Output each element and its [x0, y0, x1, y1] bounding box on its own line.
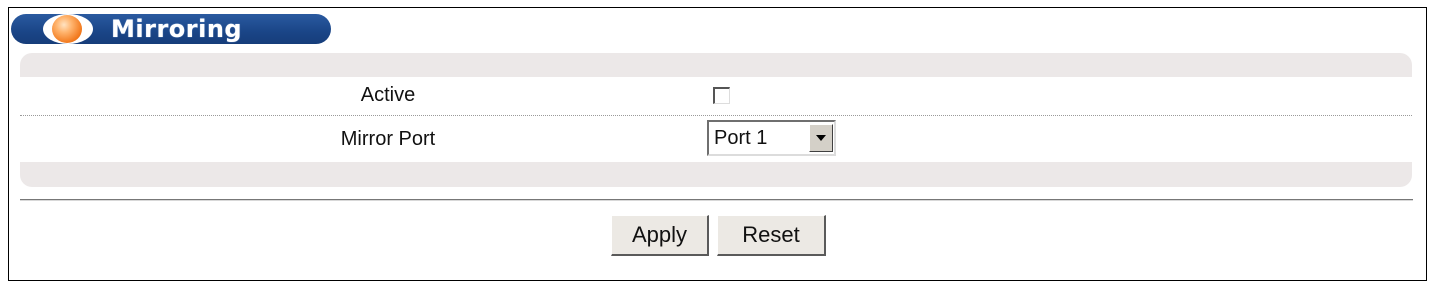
mirror-port-select[interactable]: Port 1: [707, 120, 836, 156]
mirror-port-selected-value: Port 1: [714, 127, 768, 149]
mirror-port-label: Mirror Port: [340, 128, 436, 150]
section-title-bar: Mirroring: [11, 14, 331, 44]
mirror-port-row: Mirror Port Port 1: [20, 116, 1412, 162]
active-checkbox[interactable]: [713, 87, 730, 104]
page-title: Mirroring: [111, 15, 243, 43]
chevron-down-icon[interactable]: [809, 124, 833, 152]
active-row: Active: [20, 77, 1412, 116]
reset-button[interactable]: Reset: [717, 215, 826, 256]
mirroring-form-panel: Active Mirror Port Port 1: [20, 53, 1412, 187]
divider: [20, 199, 1413, 201]
orb-icon: [52, 15, 82, 43]
active-label: Active: [360, 84, 416, 106]
apply-button[interactable]: Apply: [611, 215, 709, 256]
title-orb-badge: [43, 14, 93, 44]
